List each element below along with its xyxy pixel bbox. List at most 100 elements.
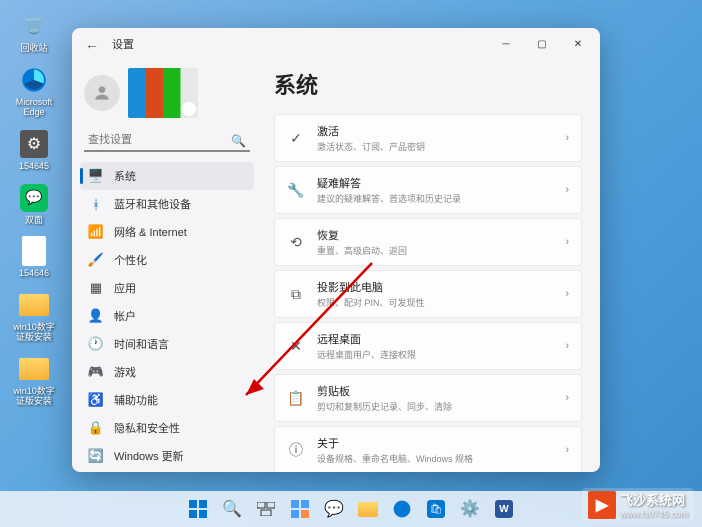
titlebar: ← 设置 ─ ▢ ✕ xyxy=(72,28,600,60)
desktop-icon-label: Microsoft Edge xyxy=(10,98,58,118)
card-title: 关于 xyxy=(317,435,553,451)
desktop-icon-recycle-bin[interactable]: 🗑️ 回收站 xyxy=(8,8,60,56)
desktop-icon-edge[interactable]: Microsoft Edge xyxy=(8,62,60,120)
nav-label: 蓝牙和其他设备 xyxy=(114,196,191,212)
desktop-icon-file2[interactable]: 154646 xyxy=(8,233,60,281)
card-icon: ✓ xyxy=(287,129,305,147)
taskbar-widgets[interactable] xyxy=(285,494,315,524)
desktop-icon-label: 回收站 xyxy=(20,44,47,54)
nav-icon: 🖥️ xyxy=(88,168,104,184)
taskbar-edge[interactable] xyxy=(387,494,417,524)
search-icon: 🔍 xyxy=(231,134,246,148)
nav-item-4[interactable]: ▦ 应用 xyxy=(80,274,254,302)
minimize-button[interactable]: ─ xyxy=(488,30,524,58)
card-title: 剪贴板 xyxy=(317,383,553,399)
desktop-icon-file1[interactable]: ⚙ 154645 xyxy=(8,126,60,174)
nav-item-10[interactable]: 🔄 Windows 更新 xyxy=(80,442,254,470)
settings-card-1[interactable]: 🔧疑难解答建议的疑难解答、首选项和历史记录› xyxy=(274,166,582,214)
nav-item-1[interactable]: ᚼ蓝牙和其他设备 xyxy=(80,190,254,218)
taskbar-search[interactable]: 🔍 xyxy=(217,494,247,524)
nav-item-0[interactable]: 🖥️系统 xyxy=(80,162,254,190)
close-button[interactable]: ✕ xyxy=(560,30,596,58)
nav-label: 帐户 xyxy=(114,308,136,324)
desktop-icon-label: 双面 xyxy=(25,216,43,226)
taskbar-store[interactable]: 🛍 xyxy=(421,494,451,524)
nav-label: Windows 更新 xyxy=(114,448,184,464)
card-title: 远程桌面 xyxy=(317,331,553,347)
nav-label: 时间和语言 xyxy=(114,336,169,352)
nav-icon: 🔄 xyxy=(88,448,104,464)
taskbar-settings[interactable]: ⚙️ xyxy=(455,494,485,524)
nav-label: 辅助功能 xyxy=(114,392,158,408)
settings-card-5[interactable]: 📋剪贴板剪切和复制历史记录、同步、清除› xyxy=(274,374,582,422)
nav-item-6[interactable]: 🕐 时间和语言 xyxy=(80,330,254,358)
taskbar-taskview[interactable] xyxy=(251,494,281,524)
card-subtitle: 权限、配对 PIN、可发现性 xyxy=(317,296,553,309)
settings-card-3[interactable]: ⧉投影到此电脑权限、配对 PIN、可发现性› xyxy=(274,270,582,318)
nav-icon: ♿ xyxy=(88,392,104,408)
back-button[interactable]: ← xyxy=(76,28,108,60)
card-subtitle: 重置、高级启动、返回 xyxy=(317,244,553,257)
gear-icon: ⚙ xyxy=(18,128,50,160)
desktop-icons: 🗑️回收站 Microsoft Edge ⚙154645 💬双面 154646 … xyxy=(8,8,60,409)
search-box[interactable]: 🔍 xyxy=(84,130,250,152)
nav-item-8[interactable]: ♿ 辅助功能 xyxy=(80,386,254,414)
desktop-icon-folder2[interactable]: win10数字证版安装 xyxy=(8,351,60,409)
desktop-icon-folder1[interactable]: win10数字证版安装 xyxy=(8,287,60,345)
nav-item-3[interactable]: 🖌️个性化 xyxy=(80,246,254,274)
settings-card-6[interactable]: ⓘ 关于设备规格、重命名电脑、Windows 规格 › xyxy=(274,426,582,472)
profile-area[interactable] xyxy=(80,64,254,126)
nav-item-7[interactable]: 🎮游戏 xyxy=(80,358,254,386)
search-input[interactable] xyxy=(84,130,250,150)
nav: 🖥️系统ᚼ蓝牙和其他设备📶网络 & Internet🖌️个性化 ▦ 应用 👤 帐户 🕐 时间… xyxy=(80,162,254,470)
folder-icon xyxy=(18,353,50,385)
edge-icon xyxy=(18,64,50,96)
taskbar-start[interactable] xyxy=(183,494,213,524)
card-title: 激活 xyxy=(317,123,553,139)
card-title: 疑难解答 xyxy=(317,175,553,191)
chevron-right-icon: › xyxy=(565,444,569,456)
settings-card-2[interactable]: ⟲恢复重置、高级启动、返回› xyxy=(274,218,582,266)
settings-card-4[interactable]: ✕远程桌面远程桌面用户、连接权限› xyxy=(274,322,582,370)
card-icon: ⟲ xyxy=(287,233,305,251)
taskbar-chat[interactable]: 💬 xyxy=(319,494,349,524)
chevron-right-icon: › xyxy=(565,184,569,196)
taskbar-word[interactable]: W xyxy=(489,494,519,524)
avatar xyxy=(84,75,120,111)
recycle-bin-icon: 🗑️ xyxy=(18,10,50,42)
desktop-icon-label: win10数字证版安装 xyxy=(10,387,58,407)
taskbar-explorer[interactable] xyxy=(353,494,383,524)
nav-item-5[interactable]: 👤 帐户 xyxy=(80,302,254,330)
nav-label: 隐私和安全性 xyxy=(114,420,180,436)
nav-icon: ▦ xyxy=(88,280,104,296)
settings-card-0[interactable]: ✓激活激活状态、订阅、产品密钥› xyxy=(274,114,582,162)
desktop-icon-label: 154646 xyxy=(19,269,49,279)
maximize-button[interactable]: ▢ xyxy=(524,30,560,58)
nav-item-2[interactable]: 📶网络 & Internet xyxy=(80,218,254,246)
card-subtitle: 设备规格、重命名电脑、Windows 规格 xyxy=(317,452,553,465)
nav-icon: 🎮 xyxy=(88,364,104,380)
profile-books-image xyxy=(128,68,198,118)
sidebar: 🔍 🖥️系统ᚼ蓝牙和其他设备📶网络 & Internet🖌️个性化 ▦ 应用 👤 帐户 🕐… xyxy=(72,60,262,472)
nav-icon: 🕐 xyxy=(88,336,104,352)
chevron-right-icon: › xyxy=(565,340,569,352)
card-icon: ⓘ xyxy=(287,441,305,459)
watermark: ▶ 飞沙系统网 www.fs0745.com xyxy=(582,488,694,521)
chevron-right-icon: › xyxy=(565,132,569,144)
card-icon: 📋 xyxy=(287,389,305,407)
nav-icon: 👤 xyxy=(88,308,104,324)
chevron-right-icon: › xyxy=(565,392,569,404)
chevron-right-icon: › xyxy=(565,236,569,248)
watermark-url: www.fs0745.com xyxy=(620,509,688,519)
card-subtitle: 远程桌面用户、连接权限 xyxy=(317,348,553,361)
nav-label: 网络 & Internet xyxy=(114,224,187,240)
card-subtitle: 建议的疑难解答、首选项和历史记录 xyxy=(317,192,553,205)
card-icon: ⧉ xyxy=(287,285,305,303)
file-icon xyxy=(18,235,50,267)
desktop-icon-label: 154645 xyxy=(19,162,49,172)
nav-item-9[interactable]: 🔒隐私和安全性 xyxy=(80,414,254,442)
desktop-icon-wechat[interactable]: 💬双面 xyxy=(8,180,60,228)
folder-icon xyxy=(18,289,50,321)
card-title: 投影到此电脑 xyxy=(317,279,553,295)
nav-label: 应用 xyxy=(114,280,136,296)
